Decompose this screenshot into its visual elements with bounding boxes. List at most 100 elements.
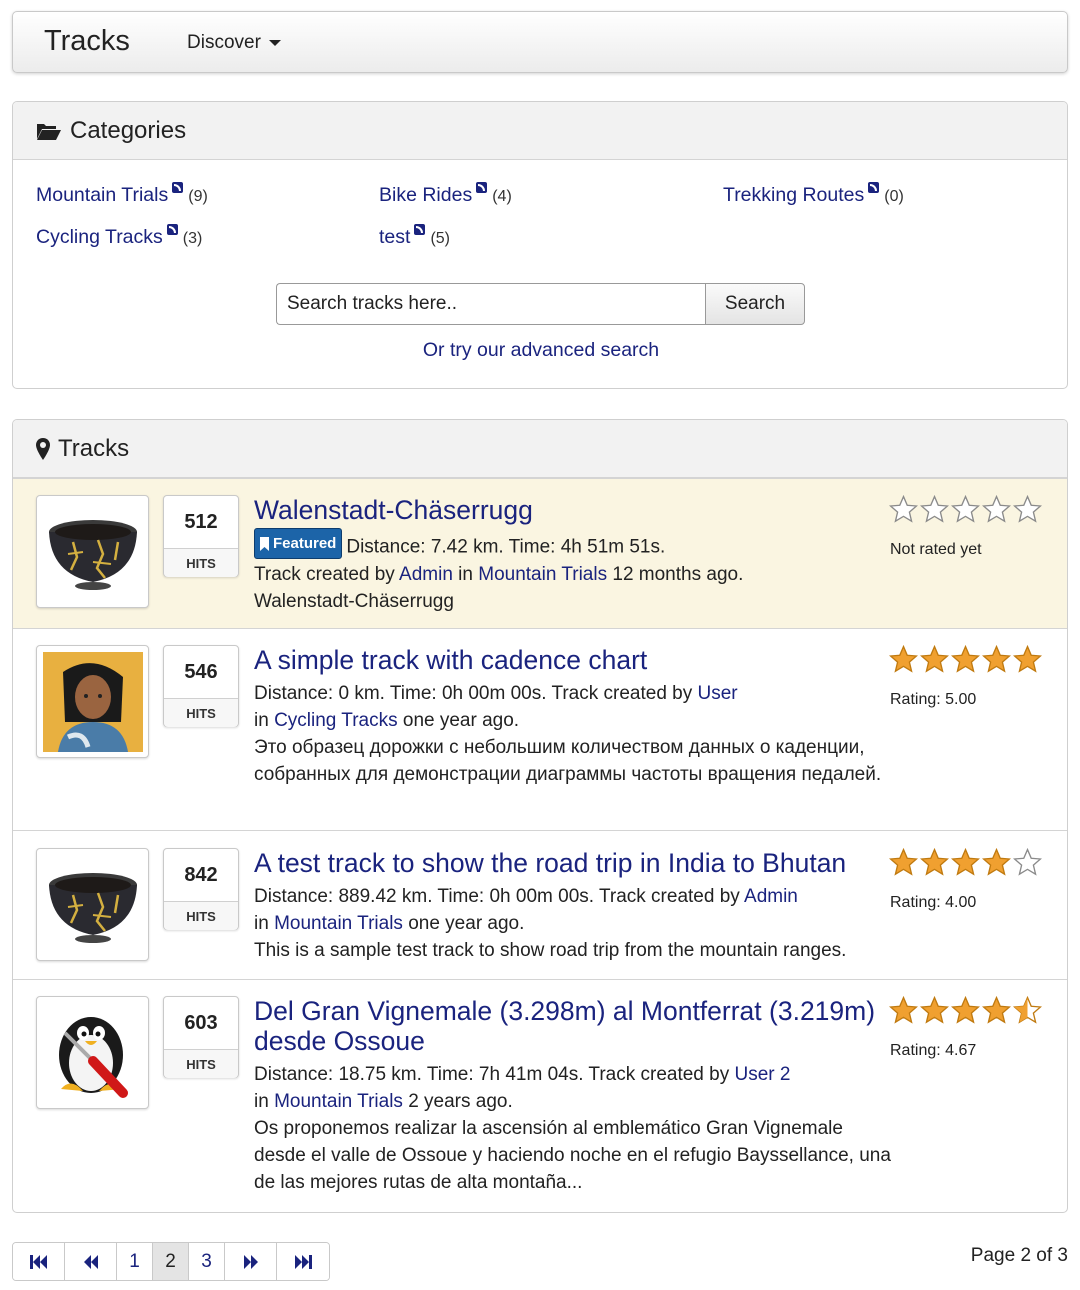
author-link[interactable]: Admin	[399, 564, 453, 585]
last-page-button[interactable]	[277, 1243, 329, 1280]
hits-number: 546	[184, 660, 218, 683]
star-half-icon[interactable]	[1013, 996, 1042, 1024]
category-link[interactable]: Trekking Routes	[723, 184, 864, 207]
rating-stars[interactable]	[889, 848, 1042, 876]
rss-icon[interactable]	[414, 224, 426, 235]
rss-icon[interactable]	[868, 182, 880, 193]
star-empty-icon[interactable]	[982, 495, 1011, 523]
category-link[interactable]: Mountain Trials	[36, 184, 168, 207]
star-filled-icon[interactable]	[1013, 645, 1042, 673]
folder-open-icon	[37, 123, 61, 140]
rating-text: Rating: 5.00	[890, 691, 977, 708]
rating-stars[interactable]	[889, 645, 1042, 673]
next-page-button[interactable]	[225, 1243, 277, 1280]
page-3-link[interactable]: 3	[189, 1243, 225, 1280]
author-link[interactable]: User	[698, 683, 738, 704]
featured-badge: Featured	[254, 528, 343, 559]
track-meta: Featured Distance: 7.42 km. Time: 4h 51m…	[254, 528, 894, 615]
star-empty-icon[interactable]	[889, 495, 918, 523]
category-link[interactable]: Cycling Tracks	[36, 226, 163, 249]
time-ago: 12 months ago.	[607, 564, 744, 585]
track-stats: Distance: 18.75 km. Time: 7h 41m 04s. Tr…	[254, 1064, 735, 1085]
star-filled-icon[interactable]	[951, 645, 980, 673]
category-count: (5)	[430, 230, 450, 247]
created-by-text: Track created by	[254, 564, 400, 585]
track-stats: Distance: 7.42 km. Time: 4h 51m 51s.	[346, 536, 666, 558]
category-link[interactable]: Mountain Trials	[478, 564, 607, 585]
hits-counter: 546 HITS	[163, 645, 239, 727]
hits-label: HITS	[164, 548, 238, 577]
hits-label: HITS	[164, 1049, 238, 1078]
star-filled-icon[interactable]	[920, 848, 949, 876]
category-link[interactable]: Mountain Trials	[274, 1091, 403, 1112]
track-row: 512 HITS Walenstadt-Chäserrugg Featured …	[13, 478, 1067, 628]
track-title[interactable]: Walenstadt-Chäserrugg	[254, 495, 884, 525]
cartoon-character-image[interactable]	[36, 645, 149, 758]
hits-number: 512	[184, 510, 218, 533]
rss-icon[interactable]	[166, 224, 178, 235]
penguin-screwdriver-image[interactable]	[36, 996, 149, 1109]
discover-label: Discover	[187, 32, 261, 53]
first-page-button[interactable]	[13, 1243, 65, 1280]
track-title[interactable]: Del Gran Vignemale (3.298m) al Montferra…	[254, 996, 884, 1056]
tracks-heading: Tracks	[13, 420, 1067, 478]
track-title[interactable]: A simple track with cadence chart	[254, 645, 884, 675]
category-link[interactable]: Bike Rides	[379, 184, 472, 207]
search-form: Search	[276, 283, 805, 325]
star-filled-icon[interactable]	[889, 848, 918, 876]
track-title[interactable]: A test track to show the road trip in In…	[254, 848, 884, 878]
page-1-link[interactable]: 1	[117, 1243, 153, 1280]
author-link[interactable]: Admin	[744, 886, 798, 907]
star-filled-icon[interactable]	[920, 645, 949, 673]
tracks-panel: Tracks 512 HITS Walenstadt-Chäserrugg Fe…	[12, 419, 1068, 1213]
rss-icon[interactable]	[172, 182, 184, 193]
categories-title: Categories	[70, 116, 187, 144]
star-empty-icon[interactable]	[951, 495, 980, 523]
hits-counter: 603 HITS	[163, 996, 239, 1078]
featured-label: Featured	[273, 535, 337, 552]
hits-counter: 512 HITS	[163, 495, 239, 577]
rating-text: Rating: 4.67	[890, 1042, 977, 1059]
rating-text: Not rated yet	[890, 541, 982, 558]
kintsugi-bowl-image[interactable]	[36, 848, 149, 961]
category-count: (0)	[884, 188, 904, 205]
rating-stars[interactable]	[889, 495, 1042, 523]
brand-title[interactable]: Tracks	[44, 25, 130, 58]
search-button[interactable]: Search	[705, 283, 805, 325]
hits-number: 603	[184, 1011, 218, 1034]
discover-dropdown[interactable]: Discover	[187, 32, 281, 54]
rating-stars[interactable]	[889, 996, 1042, 1024]
star-filled-icon[interactable]	[889, 996, 918, 1024]
author-link[interactable]: User 2	[735, 1064, 791, 1085]
hits-label: HITS	[164, 901, 238, 930]
star-filled-icon[interactable]	[982, 645, 1011, 673]
star-filled-icon[interactable]	[889, 645, 918, 673]
star-filled-icon[interactable]	[920, 996, 949, 1024]
pagination: 1 2 3	[12, 1242, 330, 1281]
star-filled-icon[interactable]	[982, 848, 1011, 876]
star-filled-icon[interactable]	[951, 996, 980, 1024]
in-text: in	[254, 1091, 275, 1112]
star-empty-icon[interactable]	[920, 495, 949, 523]
category-test: test (5)	[379, 224, 450, 249]
search-input[interactable]	[276, 283, 705, 325]
category-count: (4)	[492, 188, 512, 205]
star-empty-icon[interactable]	[1013, 495, 1042, 523]
previous-page-button[interactable]	[65, 1243, 117, 1280]
next-page-icon	[243, 1254, 258, 1269]
advanced-search-link[interactable]: Or try our advanced search	[13, 339, 1067, 362]
first-page-icon	[29, 1254, 47, 1269]
category-link[interactable]: test	[379, 226, 410, 249]
category-link[interactable]: Mountain Trials	[274, 913, 403, 934]
map-marker-icon	[36, 437, 50, 460]
time-ago: 2 years ago.	[402, 1091, 513, 1112]
star-empty-icon[interactable]	[1013, 848, 1042, 876]
hits-label: HITS	[164, 698, 238, 727]
kintsugi-bowl-image[interactable]	[36, 495, 149, 608]
rss-icon[interactable]	[476, 182, 488, 193]
category-link[interactable]: Cycling Tracks	[274, 710, 398, 731]
star-filled-icon[interactable]	[951, 848, 980, 876]
star-filled-icon[interactable]	[982, 996, 1011, 1024]
page-2-current[interactable]: 2	[153, 1243, 189, 1280]
tracks-title: Tracks	[58, 434, 130, 462]
